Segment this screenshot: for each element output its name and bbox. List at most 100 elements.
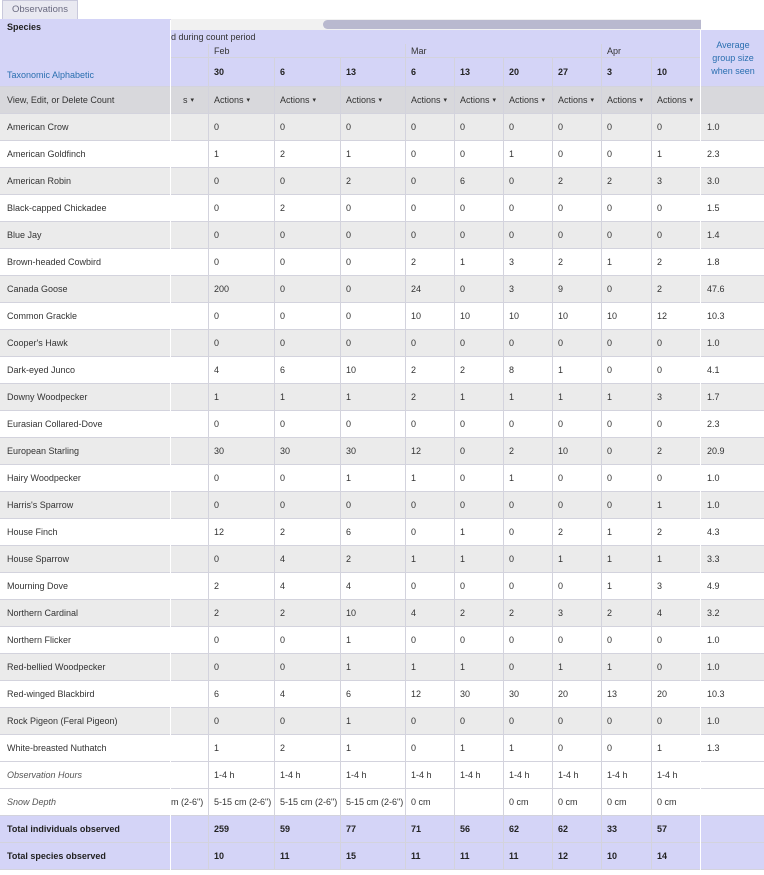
count-cell: 0 xyxy=(405,168,454,194)
species-row: 002060223 xyxy=(171,168,700,195)
actions-dropdown[interactable]: Actions ▾ xyxy=(601,87,651,113)
species-row-label: Common Grackle xyxy=(0,303,170,330)
scrolled-cell xyxy=(171,384,208,410)
species-row-label: Rock Pigeon (Feral Pigeon) xyxy=(0,708,170,735)
count-cell: 1-4 h xyxy=(552,762,601,788)
scrolled-cell xyxy=(171,843,208,869)
species-row: 042110111 xyxy=(171,546,700,573)
sort-taxonomic-link[interactable]: Taxonomic Alphabetic xyxy=(7,70,94,80)
count-cell: 0 xyxy=(651,195,700,221)
month-header-row: Feb Mar Apr xyxy=(171,44,700,58)
actions-dropdown-partial[interactable]: s ▾ xyxy=(171,87,208,113)
count-cell: 1 xyxy=(405,654,454,680)
count-cell: 0 xyxy=(208,708,274,734)
actions-dropdown[interactable]: Actions ▾ xyxy=(274,87,340,113)
count-cell: 30 xyxy=(340,438,405,464)
actions-dropdown[interactable]: Actions ▾ xyxy=(454,87,503,113)
actions-dropdown[interactable]: Actions ▾ xyxy=(208,87,274,113)
count-cell: 3 xyxy=(651,573,700,599)
count-cell: 2 xyxy=(274,735,340,761)
count-cell: 2 xyxy=(454,600,503,626)
species-row-label: Dark-eyed Junco xyxy=(0,357,170,384)
actions-dropdown[interactable]: Actions ▾ xyxy=(651,87,700,113)
count-cell: 1-4 h xyxy=(405,762,454,788)
species-row: 000213212 xyxy=(171,249,700,276)
count-cell: 2 xyxy=(651,249,700,275)
count-cell: 0 xyxy=(340,195,405,221)
species-row-label: Red-bellied Woodpecker xyxy=(0,654,170,681)
count-cell: 6 xyxy=(340,519,405,545)
count-cell: 0 xyxy=(454,411,503,437)
species-row-label: Cooper's Hawk xyxy=(0,330,170,357)
count-cell: 0 xyxy=(405,114,454,140)
count-cell: 6 xyxy=(208,681,274,707)
count-cell: 5-15 cm (2-6") xyxy=(340,789,405,815)
count-cell: 0 xyxy=(274,708,340,734)
count-cell: 12 xyxy=(651,303,700,329)
count-cell: 10 xyxy=(454,303,503,329)
count-cell: 3 xyxy=(651,384,700,410)
scrolled-cell xyxy=(171,492,208,518)
count-cell: 0 xyxy=(405,708,454,734)
count-cell: 0 xyxy=(552,141,601,167)
count-cell: 0 xyxy=(274,249,340,275)
count-cell: 0 xyxy=(503,411,552,437)
count-cell: 0 xyxy=(601,195,651,221)
average-group-size-label[interactable]: Average group size when seen xyxy=(701,39,764,78)
count-cell: 1 xyxy=(340,384,405,410)
count-cell: 1 xyxy=(454,735,503,761)
count-cell: 1 xyxy=(601,546,651,572)
scrollbar-thumb[interactable] xyxy=(323,20,748,29)
scrolled-cell xyxy=(171,681,208,707)
count-cell: 1 xyxy=(340,465,405,491)
actions-dropdown[interactable]: Actions ▾ xyxy=(503,87,552,113)
scrolled-cell xyxy=(171,276,208,302)
species-row-label: House Sparrow xyxy=(0,546,170,573)
tab-observations[interactable]: Observations xyxy=(2,0,78,19)
species-row: 001101000 xyxy=(171,465,700,492)
count-cell: 1 xyxy=(552,546,601,572)
count-cell: 10 xyxy=(405,303,454,329)
count-cell: 0 xyxy=(340,411,405,437)
count-cell: 0 xyxy=(552,735,601,761)
count-cell: 0 xyxy=(340,249,405,275)
species-row-average: 10.3 xyxy=(701,303,764,330)
count-cell: 0 xyxy=(651,465,700,491)
scrolled-cell xyxy=(171,168,208,194)
count-cell: 0 xyxy=(552,627,601,653)
count-cell: 0 cm xyxy=(651,789,700,815)
count-cell: 2 xyxy=(405,357,454,383)
species-row-label: Black-capped Chickadee xyxy=(0,195,170,222)
count-cell: 1 xyxy=(601,654,651,680)
count-cell: 0 xyxy=(208,411,274,437)
observation-hours-row-average xyxy=(701,762,764,789)
count-cell: 0 xyxy=(601,492,651,518)
snow-depth-row-label: Snow Depth xyxy=(0,789,170,816)
snow-depth-row-average xyxy=(701,789,764,816)
chevron-down-icon: ▾ xyxy=(590,97,595,104)
count-cell: 1 xyxy=(503,384,552,410)
count-cell: 0 xyxy=(208,627,274,653)
count-cell: 12 xyxy=(405,438,454,464)
actions-dropdown[interactable]: Actions ▾ xyxy=(405,87,454,113)
count-cell: 1 xyxy=(340,708,405,734)
count-cell: 0 xyxy=(454,222,503,248)
scrolled-cell xyxy=(171,357,208,383)
actions-dropdown[interactable]: Actions ▾ xyxy=(552,87,601,113)
chevron-down-icon: ▾ xyxy=(443,97,448,104)
count-cell: 11 xyxy=(503,843,552,869)
count-cell: 1 xyxy=(208,735,274,761)
species-row: 2 2 10 4 2 2 3 2 4 xyxy=(171,600,700,627)
count-cell: 0 xyxy=(552,330,601,356)
actions-dropdown[interactable]: Actions ▾ xyxy=(340,87,405,113)
horizontal-scrollbar[interactable] xyxy=(171,19,761,30)
actions-label: Actions xyxy=(460,95,490,105)
scrolled-cell xyxy=(171,114,208,140)
count-cell: 2 xyxy=(552,249,601,275)
count-cell: 6 xyxy=(340,681,405,707)
species-row-label: Mourning Dove xyxy=(0,573,170,600)
count-cell: 2 xyxy=(405,249,454,275)
species-row-average: 4.9 xyxy=(701,573,764,600)
chevron-down-icon: ▾ xyxy=(246,97,251,104)
count-cell: 12 xyxy=(552,843,601,869)
